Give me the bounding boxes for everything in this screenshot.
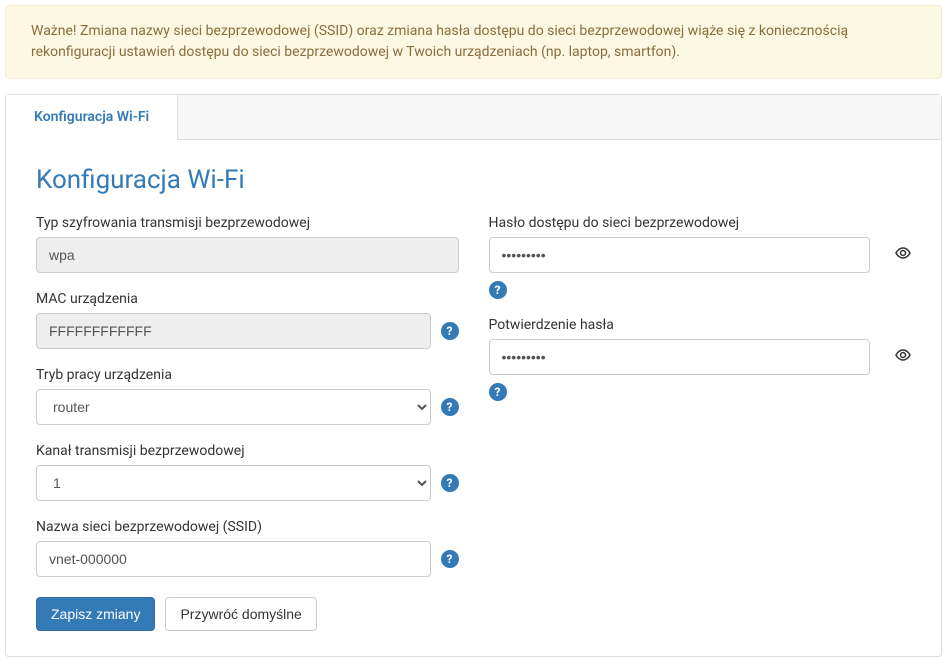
restore-defaults-button[interactable]: Przywróć domyślne (165, 597, 316, 631)
password-label: Hasło dostępu do sieci bezprzewodowej (489, 215, 912, 231)
password-confirm-input[interactable] (489, 339, 871, 375)
form-columns: Typ szyfrowania transmisji bezprzewodowe… (36, 215, 911, 631)
form-column-right: Hasło dostępu do sieci bezprzewodowej ? (489, 215, 912, 631)
warning-alert: Ważne! Zmiana nazwy sieci bezprzewodowej… (5, 5, 942, 79)
ssid-label: Nazwa sieci bezprzewodowej (SSID) (36, 519, 459, 535)
help-icon[interactable]: ? (441, 550, 459, 568)
channel-select[interactable]: 1 (36, 465, 431, 501)
help-icon[interactable]: ? (441, 398, 459, 416)
help-icon[interactable]: ? (441, 474, 459, 492)
help-icon[interactable]: ? (489, 281, 507, 299)
field-ssid: Nazwa sieci bezprzewodowej (SSID) ? (36, 519, 459, 577)
encryption-input (36, 237, 459, 273)
page-heading: Konfiguracja Wi-Fi (36, 165, 911, 195)
help-icon[interactable]: ? (489, 383, 507, 401)
mode-select[interactable]: router (36, 389, 431, 425)
tab-label: Konfiguracja Wi-Fi (34, 109, 149, 125)
field-password-confirm: Potwierdzenie hasła ? (489, 317, 912, 401)
button-row: Zapisz zmiany Przywróć domyślne (36, 597, 459, 631)
tab-bar: Konfiguracja Wi-Fi (6, 95, 941, 140)
tabs-container: Konfiguracja Wi-Fi Konfiguracja Wi-Fi Ty… (5, 94, 942, 657)
form-column-left: Typ szyfrowania transmisji bezprzewodowe… (36, 215, 459, 631)
tab-content: Konfiguracja Wi-Fi Typ szyfrowania trans… (6, 140, 941, 656)
password-confirm-label: Potwierdzenie hasła (489, 317, 912, 333)
field-mode: Tryb pracy urządzenia router ? (36, 367, 459, 425)
field-mac: MAC urządzenia ? (36, 291, 459, 349)
field-encryption: Typ szyfrowania transmisji bezprzewodowe… (36, 215, 459, 273)
mac-input (36, 313, 431, 349)
field-channel: Kanał transmisji bezprzewodowej 1 ? (36, 443, 459, 501)
tab-wifi-config[interactable]: Konfiguracja Wi-Fi (6, 95, 178, 140)
eye-icon[interactable] (895, 347, 911, 367)
encryption-label: Typ szyfrowania transmisji bezprzewodowe… (36, 215, 459, 231)
mode-label: Tryb pracy urządzenia (36, 367, 459, 383)
save-button[interactable]: Zapisz zmiany (36, 597, 155, 631)
field-password: Hasło dostępu do sieci bezprzewodowej ? (489, 215, 912, 299)
help-icon[interactable]: ? (441, 322, 459, 340)
ssid-input[interactable] (36, 541, 431, 577)
mac-label: MAC urządzenia (36, 291, 459, 307)
eye-icon[interactable] (895, 245, 911, 265)
warning-text: Ważne! Zmiana nazwy sieci bezprzewodowej… (31, 23, 848, 60)
password-input[interactable] (489, 237, 871, 273)
channel-label: Kanał transmisji bezprzewodowej (36, 443, 459, 459)
